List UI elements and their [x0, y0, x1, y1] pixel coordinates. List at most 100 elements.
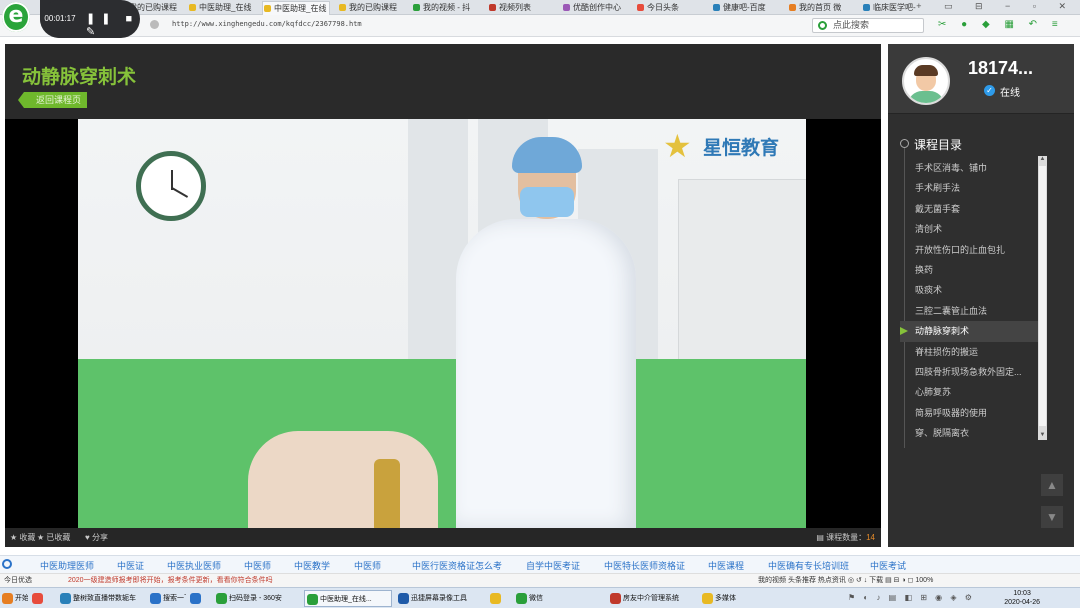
- tab-label: 视频列表: [499, 3, 531, 12]
- video-scene: ★ 星恒教育: [78, 119, 806, 528]
- nav-link[interactable]: 中医确有专长培训班: [768, 559, 849, 572]
- scroll-down-icon[interactable]: ▼: [1038, 432, 1047, 440]
- browser-tab[interactable]: 中医助理_在线: [188, 1, 256, 14]
- search-input[interactable]: 点此搜索: [812, 18, 924, 33]
- taskbar-item[interactable]: 开始: [0, 590, 28, 607]
- nav-link[interactable]: 中医师: [244, 559, 271, 572]
- search-placeholder: 点此搜索: [833, 20, 870, 30]
- player-action-bar: ★ 收藏 ★ 已收藏 ♥ 分享 ▤ 课程数量：14: [5, 528, 881, 547]
- next-lesson-arrow-icon[interactable]: ▼: [1041, 506, 1063, 528]
- wall-clock-icon: [136, 151, 206, 221]
- taskbar-app-icon: [150, 593, 161, 604]
- browser-status-bar: 今日优选 2020一级建造师报考即将开始，报考条件更新，看看你符合条件吗 我的视…: [0, 573, 1080, 587]
- tab-favicon-icon: [713, 4, 720, 11]
- training-mannequin: [248, 431, 438, 528]
- taskbar-item-label: 微信: [529, 595, 543, 602]
- catalog-dot-icon: [900, 139, 909, 148]
- lesson-item[interactable]: 手术刷手法: [900, 178, 1038, 198]
- browser-tab[interactable]: 今日头条: [636, 1, 704, 14]
- nav-link[interactable]: 中医行医资格证怎么考: [412, 559, 502, 572]
- lesson-item[interactable]: 动静脉穿刺术: [900, 321, 1038, 342]
- back-to-course-button[interactable]: 返回课程页: [17, 92, 88, 108]
- taskbar-item[interactable]: 多媒体: [700, 590, 760, 607]
- bottle: [374, 459, 400, 528]
- tab-favicon-icon: [264, 5, 271, 12]
- collected-button[interactable]: ★ 已收藏: [37, 528, 70, 547]
- taskbar-item[interactable]: 迅捷屏幕录像工具: [396, 590, 484, 607]
- taskbar-item[interactable]: 搜索一下: [148, 590, 186, 607]
- status-today-picks[interactable]: 今日优选: [4, 574, 32, 587]
- tab-label: 今日头条: [647, 3, 679, 12]
- video-frame[interactable]: ★ 星恒教育: [5, 119, 881, 528]
- user-info: 18174... ✓ 在线: [888, 44, 1074, 114]
- nav-link[interactable]: 中医证: [117, 559, 144, 572]
- collect-button[interactable]: ★ 收藏: [10, 528, 35, 547]
- previous-lesson-arrow-icon[interactable]: ▲: [1041, 474, 1063, 496]
- taskbar-item[interactable]: 房友中介管理系统: [608, 590, 696, 607]
- nav-link[interactable]: 自学中医考证: [526, 559, 580, 572]
- nav-link[interactable]: 中医课程: [708, 559, 744, 572]
- taskbar-item[interactable]: [30, 590, 56, 607]
- lesson-scrollbar[interactable]: ▲ ▼: [1038, 156, 1047, 440]
- nav-link[interactable]: 中医特长医师资格证: [604, 559, 685, 572]
- taskbar-item[interactable]: 微信: [514, 590, 602, 607]
- star-icon: ★: [663, 128, 692, 164]
- url-field[interactable]: http://www.xinghengedu.com/kqfdcc/236779…: [172, 20, 362, 28]
- system-tray-icons[interactable]: ⚑ ◐ ♪ ▤ ◧ ⊞ ◉ ◈ ⚙: [848, 593, 975, 602]
- tab-favicon-icon: [637, 4, 644, 11]
- avatar[interactable]: [902, 57, 950, 105]
- tab-favicon-icon: [339, 4, 346, 11]
- nav-link[interactable]: 中医教学: [294, 559, 330, 572]
- browser-tab[interactable]: 优酷创作中心: [562, 1, 630, 14]
- lesson-item[interactable]: 清创术: [900, 219, 1038, 239]
- taskbar-item-label: 整树致直播带数轭车: [73, 595, 136, 602]
- taskbar-item-label: 多媒体: [715, 595, 736, 602]
- taskbar-item[interactable]: 扫码登录 - 360安: [214, 590, 302, 607]
- status-news-link[interactable]: 2020一级建造师报考即将开始，报考条件更新，看看你符合条件吗: [68, 574, 273, 587]
- lesson-item[interactable]: 三腔二囊管止血法: [900, 301, 1038, 321]
- window-controls[interactable]: + ▭ ⊟ − ▫ ✕: [916, 1, 1076, 12]
- scroll-thumb[interactable]: [1039, 166, 1046, 426]
- taskbar-item[interactable]: 中医助理_在线...: [304, 590, 392, 607]
- recorder-controls[interactable]: ❚❚ ■ ✎: [86, 12, 140, 38]
- lesson-item[interactable]: 脊柱损伤的搬运: [900, 342, 1038, 362]
- nav-link[interactable]: 中医助理医师: [40, 559, 94, 572]
- nav-link[interactable]: 中医考试: [870, 559, 906, 572]
- browser-tab[interactable]: 中医助理_在线: [262, 1, 330, 15]
- lesson-item[interactable]: 戴无菌手套: [900, 199, 1038, 219]
- username: 18174...: [968, 58, 1034, 78]
- tab-label: 我的首页 微: [799, 3, 842, 12]
- taskbar-item[interactable]: [488, 590, 512, 607]
- lesson-item[interactable]: 穿、脱隔离衣: [900, 423, 1038, 443]
- lesson-item[interactable]: 开放性伤口的止血包扎: [900, 240, 1038, 260]
- browser-tab[interactable]: 健康吧-百度: [712, 1, 780, 14]
- taskbar-app-icon: [216, 593, 227, 604]
- system-clock[interactable]: 10:03 2020-04-26: [1004, 589, 1040, 607]
- browser-tab[interactable]: 我的视频 - 抖: [412, 1, 480, 14]
- site-info-icon[interactable]: [150, 20, 159, 29]
- nav-link[interactable]: 中医师: [354, 559, 381, 572]
- search-icon: [818, 21, 827, 30]
- lesson-item[interactable]: 四肢骨折现场急救外固定...: [900, 362, 1038, 382]
- browser-tab[interactable]: 视频列表: [488, 1, 556, 14]
- browser-logo-icon[interactable]: e: [2, 2, 30, 32]
- lesson-item[interactable]: 换药: [900, 260, 1038, 280]
- doctor-figure: [456, 219, 636, 528]
- lesson-item[interactable]: 简易呼吸器的使用: [900, 403, 1038, 423]
- lesson-item[interactable]: 吸痰术: [900, 280, 1038, 300]
- nav-link[interactable]: 中医执业医师: [167, 559, 221, 572]
- browser-tab[interactable]: 我的首页 微: [788, 1, 856, 14]
- taskbar-item[interactable]: [188, 590, 212, 607]
- taskbar-app-icon: [702, 593, 713, 604]
- status-tools[interactable]: 我的视频 头条推荐 热点资讯 ◎ ↺ ↓ 下载 ▤ ⊟ ◑ ◻ 100%: [758, 574, 933, 587]
- catalog-title: 课程目录: [914, 138, 963, 152]
- tab-label: 临床医学吧-: [873, 3, 916, 12]
- browser-tab[interactable]: 我的已购课程: [338, 1, 406, 14]
- lesson-item[interactable]: 心肺复苏: [900, 382, 1038, 402]
- taskbar-item[interactable]: 整树致直播带数轭车: [58, 590, 146, 607]
- scroll-up-icon[interactable]: ▲: [1038, 156, 1047, 164]
- tab-favicon-icon: [563, 4, 570, 11]
- lesson-item[interactable]: 手术区消毒、铺巾: [900, 158, 1038, 178]
- share-button[interactable]: ♥ 分享: [85, 528, 108, 547]
- toolbar-icons[interactable]: ✂ ● ◆ ▦ ↶ ≡: [938, 19, 1064, 30]
